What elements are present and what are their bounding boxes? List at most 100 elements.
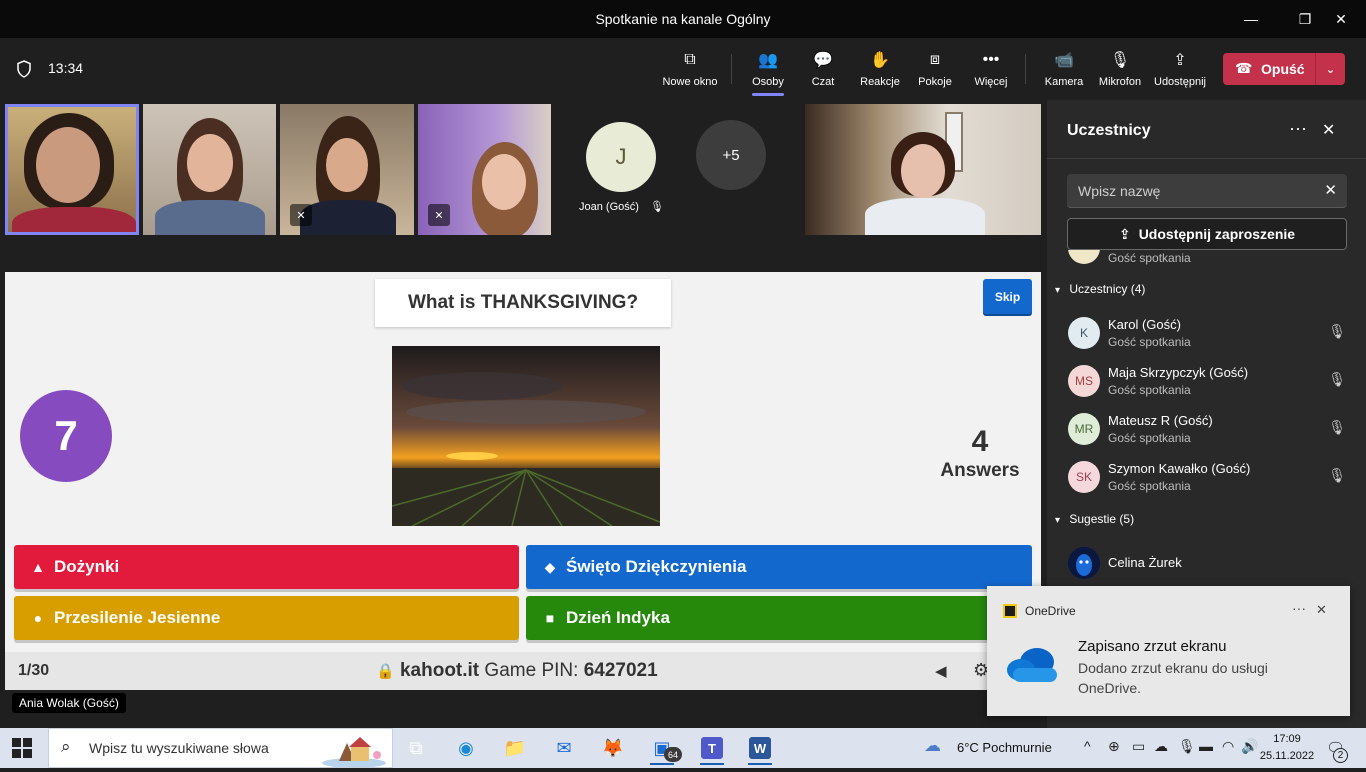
question-title: What is THANKSGIVING? [375, 279, 671, 327]
answer-label: Przesilenie Jesienne [54, 608, 221, 627]
participant-name: Celina Żurek [1108, 555, 1182, 570]
participant-row[interactable]: MR Mateusz R (Gość) Gość spotkania 🎙 [1068, 409, 1348, 449]
video-tile-self[interactable] [805, 104, 1041, 235]
presenter-name-label: Ania Wolak (Gość) [12, 693, 126, 713]
microphone-button[interactable]: 🎙 Mikrofon [1096, 48, 1144, 94]
avatar: SK [1068, 461, 1100, 493]
clear-search-icon[interactable]: ✕ [1324, 181, 1337, 199]
participant-search-input[interactable] [1078, 174, 1308, 208]
firefox-icon[interactable]: 🦊 [595, 733, 631, 763]
participant-row[interactable]: SK Szymon Kawałko (Gość) Gość spotkania … [1068, 457, 1348, 497]
word-icon[interactable]: W [742, 733, 778, 765]
leave-button[interactable]: ☎ Opuść ⌄ [1223, 53, 1345, 85]
more-participants-button[interactable]: +5 [696, 120, 766, 190]
participant-name: Szymon Kawałko (Gość) [1108, 461, 1251, 476]
search-icon: ⌕ [61, 737, 71, 756]
answers-label: Answers [940, 460, 1020, 481]
location-icon[interactable]: ⊕ [1108, 738, 1120, 755]
teams-icon[interactable]: T [694, 733, 730, 765]
close-panel-icon[interactable]: ✕ [1322, 120, 1335, 140]
avatar [1068, 547, 1100, 579]
display-icon[interactable]: ▭ [1132, 738, 1145, 755]
battery-icon[interactable]: ▬ [1199, 738, 1213, 754]
weather-text[interactable]: 6°C Pochmurnie [957, 740, 1052, 755]
wifi-icon[interactable]: ◠ [1222, 738, 1234, 755]
avatar: MS [1068, 365, 1100, 397]
countdown-timer: 7 [20, 390, 112, 482]
more-icon: ••• [982, 51, 1000, 68]
caret-down-icon: ▾ [1055, 515, 1061, 526]
mail-icon[interactable]: ✉ [546, 733, 582, 763]
search-highlight-image [319, 731, 389, 768]
participant-role: Gość spotkania [1108, 383, 1191, 397]
video-face [482, 154, 526, 210]
participant-name: Mateusz R (Gość) [1108, 413, 1213, 428]
answer-option-green[interactable]: ■ Dzień Indyka [526, 596, 1032, 640]
close-window-button[interactable]: ✕ [1318, 0, 1364, 38]
taskbar-date[interactable]: 25.11.2022 [1256, 750, 1318, 762]
chat-button[interactable]: 💬 Czat [806, 48, 840, 94]
reactions-label: Reakcje [860, 76, 900, 88]
taskbar-time[interactable]: 17:09 [1262, 733, 1312, 745]
participant-row[interactable]: K Karol (Gość) Gość spotkania 🎙 [1068, 313, 1348, 353]
people-button[interactable]: 👥 Osoby [748, 48, 788, 96]
new-window-button[interactable]: ⧉ Nowe okno [659, 48, 721, 94]
microphone-tray-icon[interactable]: 🎙 [1178, 738, 1196, 755]
answer-label: Dożynki [54, 557, 120, 576]
close-notification-icon[interactable]: ✕ [1316, 602, 1327, 618]
answer-option-yellow[interactable]: ● Przesilenie Jesienne [14, 596, 519, 640]
answer-option-blue[interactable]: ◆ Święto Dziękczynienia [526, 545, 1032, 589]
avatar-joan: J [586, 122, 656, 192]
onedrive-notification[interactable]: OneDrive ··· ✕ Zapisano zrzut ekranu Dod… [987, 586, 1350, 716]
windows-start-icon[interactable] [12, 738, 32, 758]
game-pin-label: Game PIN: [484, 660, 579, 681]
participant-row[interactable]: MS Maja Skrzypczyk (Gość) Gość spotkania… [1068, 361, 1348, 401]
video-face [36, 127, 100, 203]
suggestion-row[interactable]: Celina Żurek [1068, 543, 1348, 583]
speaker-icon[interactable]: ◀ [935, 662, 947, 680]
avatar-partial [1068, 250, 1100, 264]
weather-icon[interactable]: ☁ [924, 736, 941, 756]
reactions-button[interactable]: ✋ Reakcje [858, 48, 902, 94]
triangle-icon: ▲ [31, 559, 45, 575]
video-tile-speaker[interactable] [5, 104, 139, 235]
rooms-button[interactable]: ⧈ Pokoje [914, 48, 956, 94]
show-hidden-icons[interactable]: ^ [1084, 738, 1091, 754]
task-view-icon[interactable]: ⧉ [398, 733, 434, 763]
skip-button[interactable]: Skip [983, 279, 1032, 314]
cloud-icon[interactable]: ☁ [1154, 738, 1168, 755]
question-image [392, 346, 660, 526]
file-explorer-icon[interactable]: 📁 [497, 733, 533, 763]
share-invite-button[interactable]: ⇪ Udostępnij zaproszenie [1067, 218, 1347, 250]
camera-icon: 📹 [1054, 52, 1074, 69]
video-tile[interactable] [143, 104, 276, 235]
more-options-icon[interactable]: ··· [1289, 118, 1307, 139]
leave-label: Opuść [1261, 61, 1305, 77]
meeting-duration: 13:34 [48, 60, 84, 76]
video-tile[interactable]: ✕ [418, 104, 551, 235]
camera-button[interactable]: 📹 Kamera [1042, 48, 1086, 94]
answer-option-red[interactable]: ▲ Dożynki [14, 545, 519, 589]
suggestions-section-header[interactable]: ▾ Sugestie (5) [1055, 512, 1134, 526]
mic-off-icon: 🎙 [650, 201, 664, 213]
attendees-section-header[interactable]: ▾ Uczestnicy (4) [1055, 282, 1145, 296]
minimize-button[interactable]: — [1228, 0, 1274, 38]
chevron-down-icon[interactable]: ⌄ [1315, 53, 1345, 85]
video-face [326, 138, 368, 192]
onedrive-cloud-icon [1003, 644, 1061, 691]
more-options-icon[interactable]: ··· [1292, 600, 1306, 616]
kahoot-site: kahoot.it [399, 660, 480, 681]
more-button[interactable]: ••• Więcej [970, 48, 1012, 94]
game-pin: 6427021 [583, 660, 658, 681]
mic-off-icon: 🎙 [1328, 371, 1346, 387]
share-button[interactable]: ⇪ Udostępnij [1151, 48, 1209, 94]
participant-name: Karol (Gość) [1108, 317, 1181, 332]
app-64-icon[interactable]: ▣ 64 [644, 733, 682, 765]
panel-title: Uczestnicy [1067, 122, 1151, 139]
video-tile[interactable]: ✕ [280, 104, 414, 235]
avatar: MR [1068, 413, 1100, 445]
answer-label: Dzień Indyka [566, 608, 670, 627]
mic-off-icon: 🎙 [1328, 323, 1346, 339]
taskbar-search[interactable]: ⌕ Wpisz tu wyszukiwane słowa [48, 728, 393, 768]
edge-icon[interactable]: ◉ [448, 733, 484, 763]
